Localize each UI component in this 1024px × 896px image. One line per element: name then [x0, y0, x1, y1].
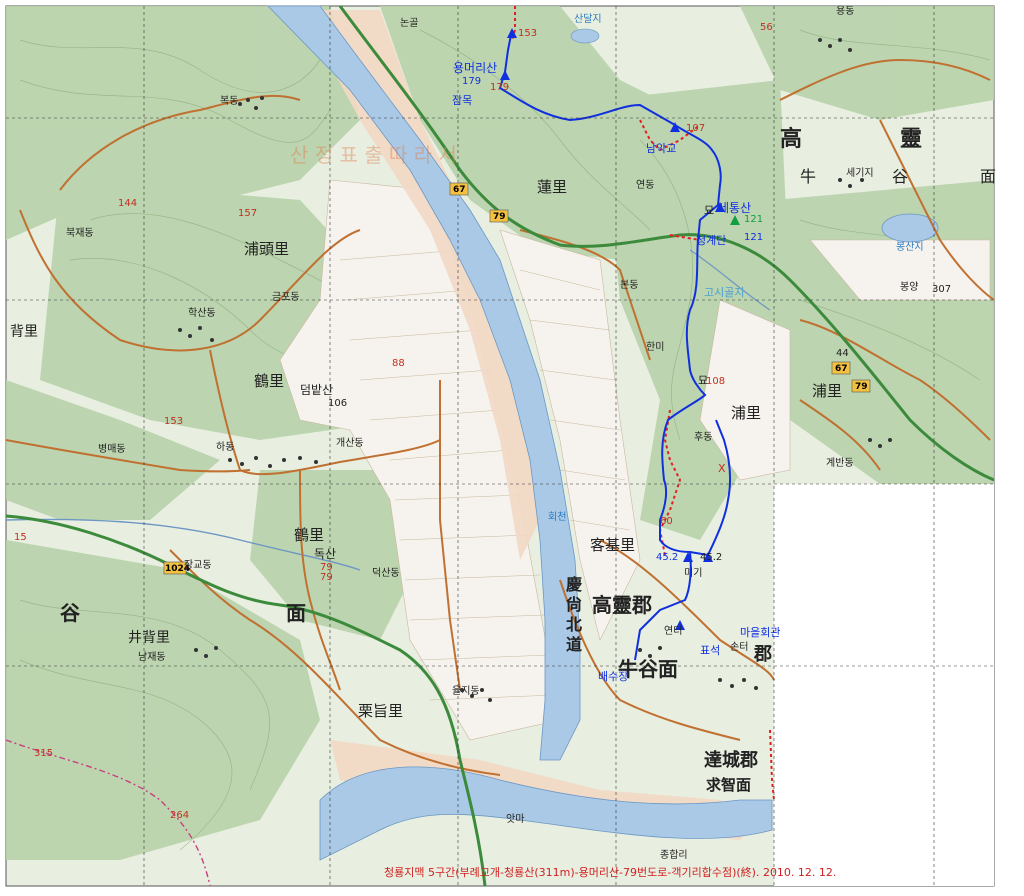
village-hak-2: 鶴里 — [294, 526, 324, 544]
village-po-1: 浦里 — [731, 404, 761, 422]
route-label-myo-1: 묘 — [704, 204, 714, 217]
small-pond — [570, 28, 600, 44]
water-label-sandalji: 산달지 — [574, 13, 602, 25]
elev-264: 264 — [170, 810, 189, 821]
route-label-x: X — [718, 462, 726, 475]
elev-307: 307 — [932, 284, 951, 295]
place-yeonteo: 연터 — [664, 625, 682, 637]
route-label-pyoseok: 표석 — [700, 644, 720, 657]
road-label-char: 北 — [566, 615, 582, 634]
peak-setong: 세통산 — [718, 201, 751, 215]
elev-153-top: 153 — [518, 28, 537, 39]
peak-yongmeori: 용머리산 — [453, 61, 497, 75]
side-char-3: 牛 — [800, 167, 816, 186]
route-label-gosigolji: 고시골지 — [704, 286, 744, 299]
place-janggyodong: 장교동 — [184, 559, 212, 571]
place-bondong: 본동 — [620, 279, 638, 291]
place-deoksandong: 덕산동 — [372, 567, 400, 579]
elev-121: 121 — [744, 232, 763, 243]
village-po-2: 浦里 — [812, 382, 842, 400]
topographic-map: 67 79 67 79 1024 高 靈 牛 谷 面 谷 面 高靈郡 牛谷面 達… — [5, 5, 996, 887]
village-hak-1: 鶴里 — [254, 372, 284, 390]
village-yeon: 蓮里 — [537, 178, 567, 196]
elev-315: 315 — [34, 748, 53, 759]
route-label-pump-station: 배수장 — [598, 670, 628, 683]
peak-deombat-height: 106 — [328, 398, 347, 409]
elev-79: 79 — [320, 572, 333, 583]
village-podu: 浦頭里 — [244, 240, 289, 258]
elev-56: 56 — [760, 22, 773, 33]
place-yongdong: 용동 — [836, 5, 854, 17]
place-namjaedong: 남재동 — [138, 651, 166, 663]
side-char-6: 谷 — [60, 601, 81, 625]
place-bokdong: 복동 — [220, 95, 238, 107]
elev-179: 179 — [490, 82, 509, 93]
elev-153: 153 — [164, 416, 183, 427]
place-migi: 미기 — [684, 567, 702, 579]
peak-doksan: 독산 — [314, 547, 336, 561]
road-shield-67-a: 67 — [453, 185, 466, 195]
place-yuljidong: 율지동 — [452, 685, 480, 697]
road-label-char: 道 — [566, 635, 582, 654]
side-char-2: 靈 — [900, 126, 922, 152]
elev-60: 60 — [660, 516, 673, 527]
route-label-namakgyo: 남악교 — [646, 142, 676, 155]
village-bae: 背里 — [10, 324, 38, 340]
district-guji: 求智面 — [706, 776, 751, 794]
side-char-5: 面 — [980, 167, 996, 186]
elev-144: 144 — [118, 198, 137, 209]
road-shield-67-b: 67 — [835, 364, 848, 374]
place-hanmi: 한미 — [646, 341, 664, 353]
elev-88: 88 — [392, 358, 405, 369]
place-geumpodong: 금포동 — [272, 291, 300, 303]
peak-setong-height: 121 — [744, 214, 763, 225]
place-haksandong: 학산동 — [188, 307, 216, 319]
county-dalseong: 達城郡 — [704, 749, 758, 771]
place-atma: 앗마 — [506, 813, 524, 825]
place-gaesandong: 개산동 — [336, 437, 364, 449]
place-yeondong: 연동 — [636, 179, 654, 191]
place-segiji: 세기지 — [846, 167, 874, 179]
side-char-1: 高 — [780, 126, 802, 152]
county-goryeong: 高靈郡 — [592, 593, 652, 617]
place-jonghapri: 종합리 — [660, 849, 688, 861]
road-shield-79-a: 79 — [493, 212, 506, 222]
place-sonteo: 손터 — [730, 641, 748, 653]
elev-157: 157 — [238, 208, 257, 219]
route-label-jammok: 잠목 — [452, 94, 472, 107]
road-label-vertical: 慶尙北道 — [566, 575, 582, 654]
side-char-8: 郡 — [753, 644, 772, 665]
water-label-hoecheon: 회천 — [548, 511, 566, 523]
route-label-village-hall: 마을회관 — [740, 626, 780, 639]
place-nongol: 논골 — [400, 17, 418, 29]
place-bukjaedong: 북재동 — [66, 227, 94, 239]
side-char-4: 谷 — [892, 167, 908, 186]
place-byeongmaedong: 병매동 — [98, 443, 126, 455]
place-gyebandong: 계반동 — [826, 457, 854, 469]
elev-44: 44 — [836, 348, 849, 359]
route-label-cheonggyedan: 청계단 — [696, 234, 726, 247]
place-bongyang: 봉양 — [900, 281, 918, 293]
faded-title-text: 산 정 표 출 따 라 서 — [290, 143, 457, 167]
peak-yongmeori-height: 179 — [462, 76, 481, 87]
road-shield-79-b: 79 — [855, 382, 868, 392]
village-gaekgi: 客基里 — [590, 536, 635, 554]
elev-108: 108 — [706, 376, 725, 387]
elev-45-2-a: 45.2 — [700, 552, 722, 563]
svg-text:慶尙北道: 慶尙北道 — [566, 575, 582, 654]
route-label-myo-2: 묘 — [698, 374, 708, 387]
place-hadong: 하동 — [216, 440, 234, 453]
water-label-bongsanji: 봉산지 — [896, 241, 924, 253]
elev-107: 107 — [686, 123, 705, 134]
map-caption: 청룡지맥 5구간(부례교개-청룡산(311m)-용머리산-79번도로-객기리합수… — [384, 865, 836, 879]
elev-45-2-b: 45.2 — [656, 552, 678, 563]
elev-15: 15 — [14, 532, 27, 543]
village-jeongbae: 井背里 — [128, 630, 170, 646]
peak-deombat: 덤밭산 — [300, 383, 333, 397]
place-hudong: 후동 — [694, 431, 712, 443]
road-label-char: 尙 — [566, 595, 582, 614]
road-label-char: 慶 — [566, 575, 582, 594]
village-yulji: 栗旨里 — [358, 702, 403, 720]
side-char-7: 面 — [286, 601, 306, 625]
